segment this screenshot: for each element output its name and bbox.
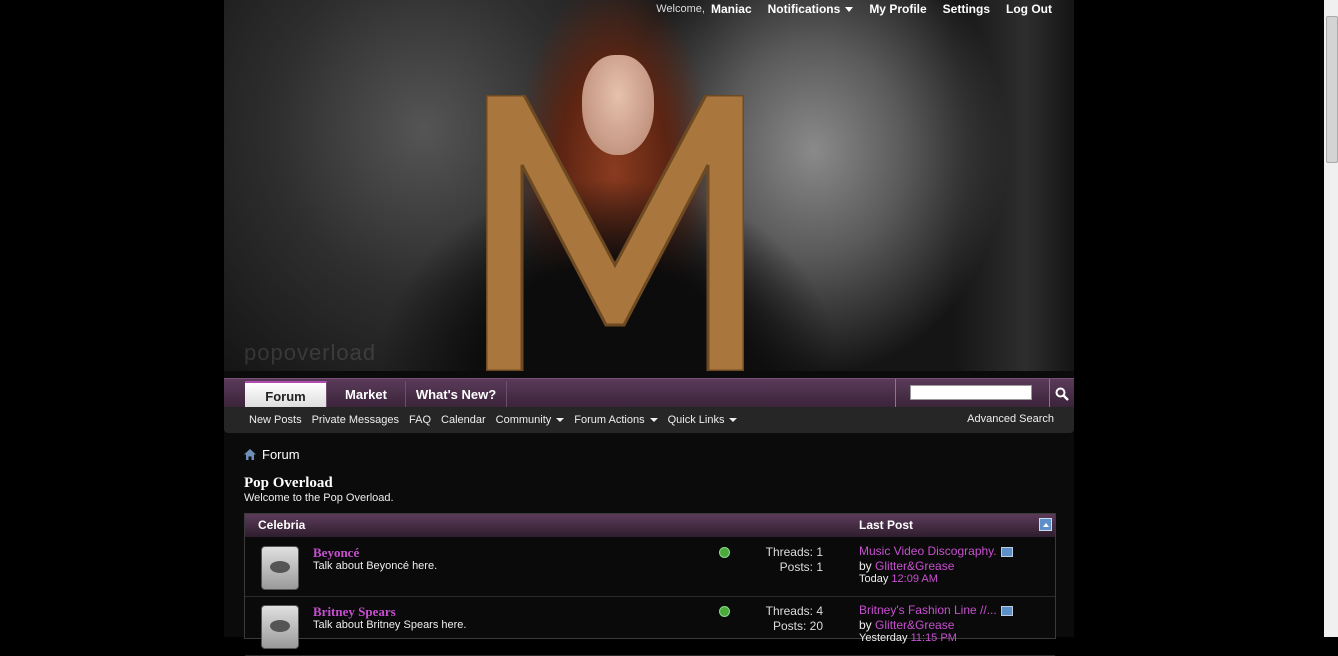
go-to-post-icon[interactable]: [1000, 605, 1013, 616]
last-post-clock: 11:15 PM: [910, 632, 957, 644]
quick-links-menu[interactable]: Quick Links: [668, 414, 738, 426]
header-banner: popoverload Welcome, Maniac Notification…: [224, 0, 1074, 371]
page-description: Welcome to the Pop Overload.: [244, 492, 394, 504]
last-post-link[interactable]: Britney's Fashion Line //...: [859, 603, 997, 617]
logout-link[interactable]: Log Out: [1006, 2, 1052, 16]
advanced-search-link[interactable]: Advanced Search: [967, 413, 1054, 425]
home-icon[interactable]: [244, 449, 256, 460]
breadcrumb: Forum: [244, 447, 300, 462]
banner-figure-face: [582, 55, 654, 155]
search-input[interactable]: [910, 385, 1032, 400]
go-to-post-icon[interactable]: [1000, 546, 1013, 557]
thread-count: Threads: 1: [765, 545, 823, 559]
scrollbar-thumb[interactable]: [1326, 16, 1338, 163]
forum-status-icon: [261, 605, 299, 649]
last-post-title: Music Video Discography.: [859, 544, 1013, 558]
new-posts-link[interactable]: New Posts: [249, 414, 302, 426]
last-post-user[interactable]: Glitter&Grease: [875, 618, 954, 632]
page-title: Pop Overload: [244, 475, 333, 491]
forum-title[interactable]: Beyoncé: [313, 545, 359, 561]
search-button[interactable]: [1050, 379, 1074, 408]
thread-count: Threads: 4: [765, 604, 823, 618]
last-post-author: by Glitter&Grease: [859, 559, 954, 573]
tab-whats-new[interactable]: What's New?: [406, 381, 507, 408]
last-post-time: Today 12:09 AM: [859, 573, 938, 585]
last-post-author: by Glitter&Grease: [859, 618, 954, 632]
new-posts-icon[interactable]: [719, 547, 730, 558]
tab-forum[interactable]: Forum: [245, 381, 327, 408]
private-messages-link[interactable]: Private Messages: [312, 414, 399, 426]
banner-texture: [954, 0, 1074, 371]
last-post-title: Britney's Fashion Line //...: [859, 603, 1013, 617]
collapse-icon[interactable]: [1039, 518, 1052, 531]
by-label: by: [859, 618, 872, 632]
post-count: Posts: 1: [779, 560, 823, 574]
tab-market[interactable]: Market: [327, 381, 406, 408]
forum-description: Talk about Beyoncé here.: [313, 560, 438, 572]
last-post-day: Today: [859, 573, 889, 585]
post-count: Posts: 20: [772, 619, 823, 633]
category-title[interactable]: Celebria: [258, 518, 305, 532]
breadcrumb-forum[interactable]: Forum: [262, 447, 300, 462]
username-link[interactable]: Maniac: [711, 2, 752, 16]
by-label: by: [859, 559, 872, 573]
forum-title[interactable]: Britney Spears: [313, 604, 396, 620]
forum-category-table: Celebria Last Post Beyoncé Talk about Be…: [244, 513, 1056, 656]
forum-actions-menu[interactable]: Forum Actions: [574, 414, 657, 426]
search-container: [895, 379, 1050, 408]
last-post-link[interactable]: Music Video Discography.: [859, 544, 997, 558]
last-post-clock: 12:09 AM: [891, 573, 938, 585]
last-post-time: Yesterday 11:15 PM: [859, 632, 957, 644]
new-posts-icon[interactable]: [719, 606, 730, 617]
forum-row: Britney Spears Talk about Britney Spears…: [245, 597, 1055, 656]
last-post-header: Last Post: [859, 518, 914, 532]
search-icon: [1055, 387, 1069, 401]
forum-status-icon: [261, 546, 299, 590]
last-post-day: Yesterday: [859, 632, 908, 644]
main-navbar: Forum Market What's New?: [224, 378, 1074, 408]
welcome-text: Welcome,: [656, 3, 705, 15]
page-container: popoverload Welcome, Maniac Notification…: [224, 0, 1074, 656]
faq-link[interactable]: FAQ: [409, 414, 431, 426]
community-menu[interactable]: Community: [496, 414, 565, 426]
user-links: Welcome, Maniac Notifications My Profile…: [656, 2, 1052, 16]
forum-row: Beyoncé Talk about Beyoncé here. Threads…: [245, 538, 1055, 597]
window-scrollbar[interactable]: [1324, 0, 1338, 637]
forum-description: Talk about Britney Spears here.: [313, 619, 467, 631]
calendar-link[interactable]: Calendar: [441, 414, 486, 426]
category-header: Celebria Last Post: [245, 514, 1055, 537]
my-profile-link[interactable]: My Profile: [869, 2, 926, 16]
last-post-user[interactable]: Glitter&Grease: [875, 559, 954, 573]
settings-link[interactable]: Settings: [943, 2, 990, 16]
notifications-menu[interactable]: Notifications: [768, 2, 854, 16]
sub-navbar: New Posts Private Messages FAQ Calendar …: [224, 407, 1074, 433]
banner-watermark: popoverload: [244, 340, 377, 365]
